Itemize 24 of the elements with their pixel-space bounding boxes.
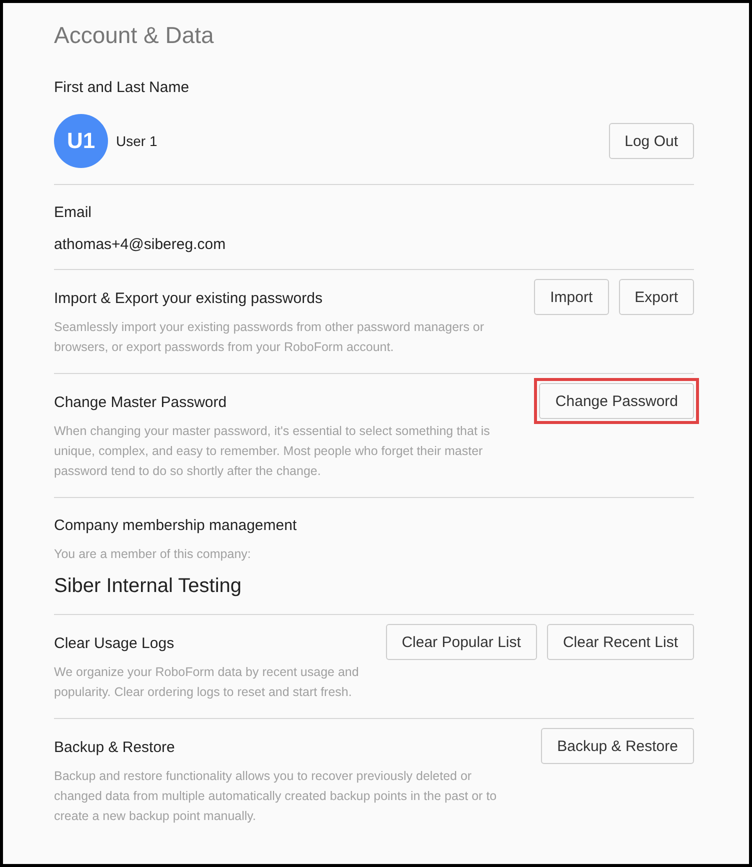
action-button[interactable]: Change Password — [539, 383, 694, 419]
action-button[interactable]: Clear Popular List — [386, 624, 537, 660]
action-button[interactable]: Backup & Restore — [541, 728, 694, 764]
section-label: Clear Usage Logs — [54, 634, 176, 654]
section-label: Import & Export your existing passwords — [54, 289, 324, 309]
section-label: Change Master Password — [54, 393, 228, 413]
section-label: Email — [54, 203, 93, 223]
action-button[interactable]: Clear Recent List — [546, 624, 694, 660]
action-button[interactable]: Import — [534, 279, 609, 315]
section-label: First and Last Name — [54, 78, 190, 98]
section-description: When changing your master password, it's essential to select something that is unique, complex, and easy to remember. Most people who forget their master password tend to do so shortly after the change. — [54, 423, 491, 480]
section-description: Backup and restore functionality allows you to recover previously deleted or changed data from multiple automatically created backup points in the past or to create a new backup point manually. — [54, 768, 498, 825]
log-out-button[interactable]: Log Out — [608, 123, 694, 159]
user-name: User 1 — [116, 133, 158, 149]
section-description: We organize your RoboForm data by recent usage and popularity. Clear ordering logs to reset and start fresh. — [54, 664, 360, 701]
section-label: Company membership management — [54, 516, 298, 536]
action-button[interactable]: Export — [618, 279, 694, 315]
company-name: Siber Internal Testing — [54, 574, 243, 599]
section-description: Seamlessly import your existing passwords from other password managers or browsers, or export passwords from your RoboForm account. — [54, 319, 486, 356]
page-title: Account & Data — [54, 21, 215, 50]
section-label: Backup & Restore — [54, 738, 176, 758]
section-description: You are a member of this company: — [54, 546, 252, 563]
email-value: athomas+4@sibereg.com — [54, 235, 227, 255]
avatar: U1 — [54, 114, 108, 168]
